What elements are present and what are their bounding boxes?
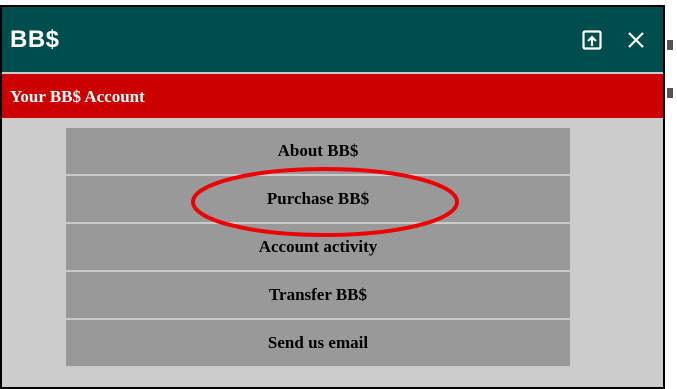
popout-button[interactable] [580,28,604,52]
account-menu: About BB$ Purchase BB$ Account activity … [66,128,570,368]
close-button[interactable] [624,28,648,52]
menu-item-send-email[interactable]: Send us email [66,320,570,366]
close-icon [628,32,644,48]
menu-item-account-activity[interactable]: Account activity [66,224,570,270]
background-edge-mark [667,88,673,98]
background-edge-mark [667,40,673,50]
account-header: Your BB$ Account [2,74,663,118]
title-bar: BB$ [2,7,663,72]
menu-item-about[interactable]: About BB$ [66,128,570,174]
window-title: BB$ [10,26,60,53]
menu-item-transfer[interactable]: Transfer BB$ [66,272,570,318]
account-header-title: Your BB$ Account [10,87,145,106]
menu-item-purchase[interactable]: Purchase BB$ [66,176,570,222]
popout-window-icon [582,30,602,50]
